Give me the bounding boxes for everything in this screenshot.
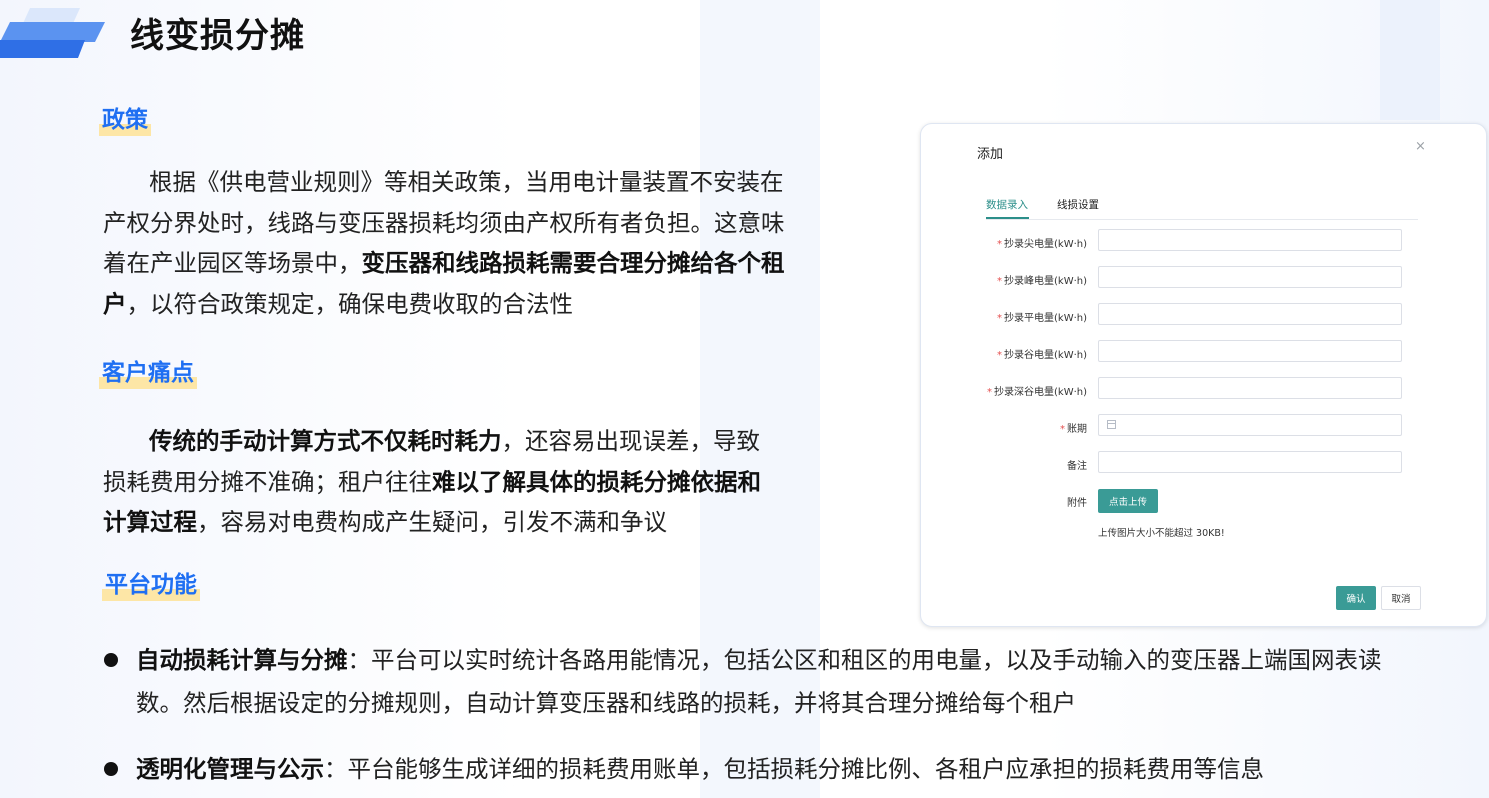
close-icon[interactable]: × bbox=[1415, 139, 1426, 154]
bullet-dot bbox=[104, 762, 118, 776]
bullet-text: 数。然后根据设定的分摊规则，自动计算变压器和线路的损耗，并将其合理分摊给每个租户 bbox=[136, 689, 1076, 717]
billing-period-date-picker[interactable] bbox=[1098, 414, 1402, 436]
pain-line-3: ，容易对电费构成产生疑问，引发不满和争议 bbox=[197, 508, 667, 536]
policy-line-3: 着在产业园区等场景中， bbox=[103, 249, 362, 277]
section-tag-policy: 政策 bbox=[99, 107, 151, 133]
pain-line-3-bold: 计算过程 bbox=[103, 508, 197, 536]
pain-line-2-bold: 难以了解具体的损耗分摊依据和 bbox=[432, 467, 761, 496]
pain-line-1-bold: 传统的手动计算方式不仅耗时耗力 bbox=[149, 427, 502, 455]
field-label: 备注 bbox=[1067, 461, 1087, 472]
bullet-text: ：平台可以实时统计各路用能情况，包括公区和租区的用电量，以及手动输入的变压器上端… bbox=[347, 646, 1382, 674]
field-label: 抄录平电量(kW·h) bbox=[1004, 313, 1087, 324]
remark-input[interactable] bbox=[1098, 451, 1402, 473]
bullet-text: ：平台能够生成详细的损耗费用账单，包括损耗分摊比例、各租户应承担的损耗费用等信息 bbox=[324, 755, 1264, 783]
attachment-label: 附件 bbox=[1067, 498, 1087, 509]
required-mark: * bbox=[997, 276, 1002, 287]
add-dialog: 添加 × 数据录入 线损设置 * 抄录尖电量(kW·h) * 抄录峰电量(kW·h)… bbox=[920, 123, 1487, 627]
upload-size-tip: 上传图片大小不能超过 30KB! bbox=[1098, 528, 1225, 539]
pain-line-2: 损耗费用分摊不准确；租户往往 bbox=[103, 467, 432, 496]
field-label: 账期 bbox=[1067, 424, 1087, 435]
confirm-button[interactable]: 确认 bbox=[1336, 586, 1376, 610]
policy-line-4: ，以符合政策规定，确保电费收取的合法性 bbox=[126, 289, 574, 318]
required-mark: * bbox=[997, 239, 1002, 250]
pain-line-1: ，还容易出现误差，导致 bbox=[501, 427, 761, 455]
policy-line-3-bold: 变压器和线路损耗需要合理分摊给各个租 bbox=[361, 249, 785, 277]
dialog-tabs: 数据录入 线损设置 bbox=[986, 197, 1418, 220]
deep-valley-energy-input[interactable] bbox=[1098, 377, 1402, 399]
field-label: 抄录尖电量(kW·h) bbox=[1004, 239, 1087, 250]
tab-line-loss-settings[interactable]: 线损设置 bbox=[1057, 197, 1099, 212]
field-label: 抄录峰电量(kW·h) bbox=[1004, 276, 1087, 287]
policy-line-4-bold: 户 bbox=[103, 289, 127, 318]
tab-data-entry[interactable]: 数据录入 bbox=[986, 197, 1028, 212]
dialog-title: 添加 bbox=[977, 147, 1004, 162]
section-tag-platform: 平台功能 bbox=[102, 572, 200, 598]
bullet-title: 透明化管理与公示 bbox=[136, 755, 324, 783]
upload-button[interactable]: 点击上传 bbox=[1098, 489, 1158, 513]
background-decoration bbox=[1380, 0, 1440, 120]
section-tag-pain: 客户痛点 bbox=[99, 360, 197, 386]
required-mark: * bbox=[997, 350, 1002, 361]
pain-paragraph: 传统的手动计算方式不仅耗时耗力，还容易出现误差，导致 损耗费用分摊不准确；租户往… bbox=[103, 421, 848, 543]
peak-energy-input[interactable] bbox=[1098, 266, 1402, 288]
valley-energy-input[interactable] bbox=[1098, 340, 1402, 362]
bullet-dot bbox=[104, 653, 118, 667]
sharp-energy-input[interactable] bbox=[1098, 229, 1402, 251]
required-mark: * bbox=[1060, 424, 1065, 435]
policy-line-1: 根据《供电营业规则》等相关政策，当用电计量装置不安装在 bbox=[149, 168, 784, 196]
field-label: 抄录谷电量(kW·h) bbox=[1004, 350, 1087, 361]
header-logo-decoration bbox=[0, 8, 105, 58]
policy-line-2: 产权分界处时，线路与变压器损耗均须由产权所有者负担。这意味 bbox=[103, 208, 785, 237]
required-mark: * bbox=[987, 387, 992, 398]
flat-energy-input[interactable] bbox=[1098, 303, 1402, 325]
tab-active-indicator bbox=[986, 217, 1029, 219]
field-label: 抄录深谷电量(kW·h) bbox=[994, 387, 1087, 398]
page-title: 线变损分摊 bbox=[130, 16, 305, 56]
bullet-title: 自动损耗计算与分摊 bbox=[136, 646, 348, 674]
policy-paragraph: 根据《供电营业规则》等相关政策，当用电计量装置不安装在 产权分界处时，线路与变压… bbox=[103, 162, 848, 324]
cancel-button[interactable]: 取消 bbox=[1381, 586, 1421, 610]
calendar-icon bbox=[1107, 420, 1116, 429]
required-mark: * bbox=[997, 313, 1002, 324]
